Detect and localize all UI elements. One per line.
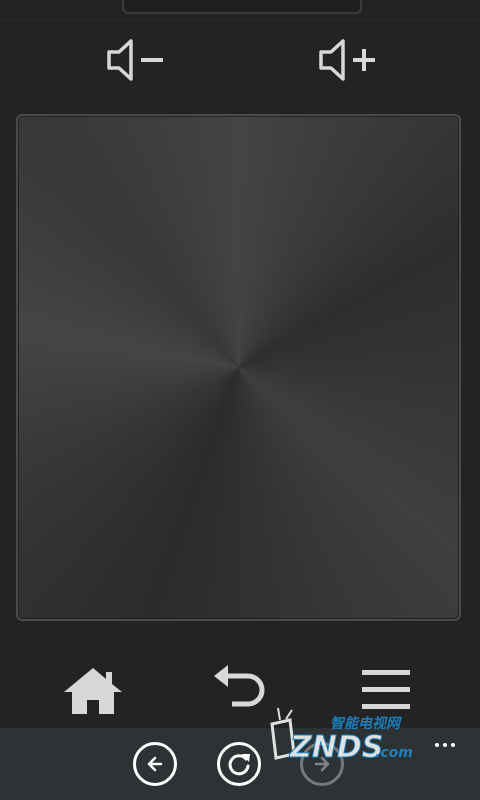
home-icon — [64, 668, 122, 714]
back-button[interactable] — [205, 655, 275, 725]
ellipsis-dot — [443, 743, 447, 747]
home-button[interactable] — [58, 655, 128, 725]
top-tab[interactable] — [122, 0, 362, 14]
volume-down-button[interactable] — [100, 30, 170, 90]
volume-up-button[interactable] — [312, 30, 382, 90]
return-arrow-icon — [214, 665, 265, 707]
watermark-znds-text: ZNDS — [289, 730, 383, 765]
app-bar-back-button[interactable] — [133, 742, 177, 786]
znds-watermark-logo: 智能电视网 ZNDS .com — [270, 707, 413, 766]
volume-down-icon — [107, 39, 163, 81]
ellipsis-dot — [435, 743, 439, 747]
app-bar-refresh-button[interactable] — [217, 742, 261, 786]
arrow-left-icon — [147, 756, 163, 772]
volume-up-icon — [319, 39, 375, 81]
refresh-icon — [228, 754, 250, 776]
ellipsis-dot — [451, 743, 455, 747]
watermark-com-text: .com — [375, 745, 413, 761]
more-options-button[interactable] — [430, 734, 460, 756]
touchpad-area[interactable] — [16, 114, 461, 621]
top-divider — [0, 20, 480, 21]
